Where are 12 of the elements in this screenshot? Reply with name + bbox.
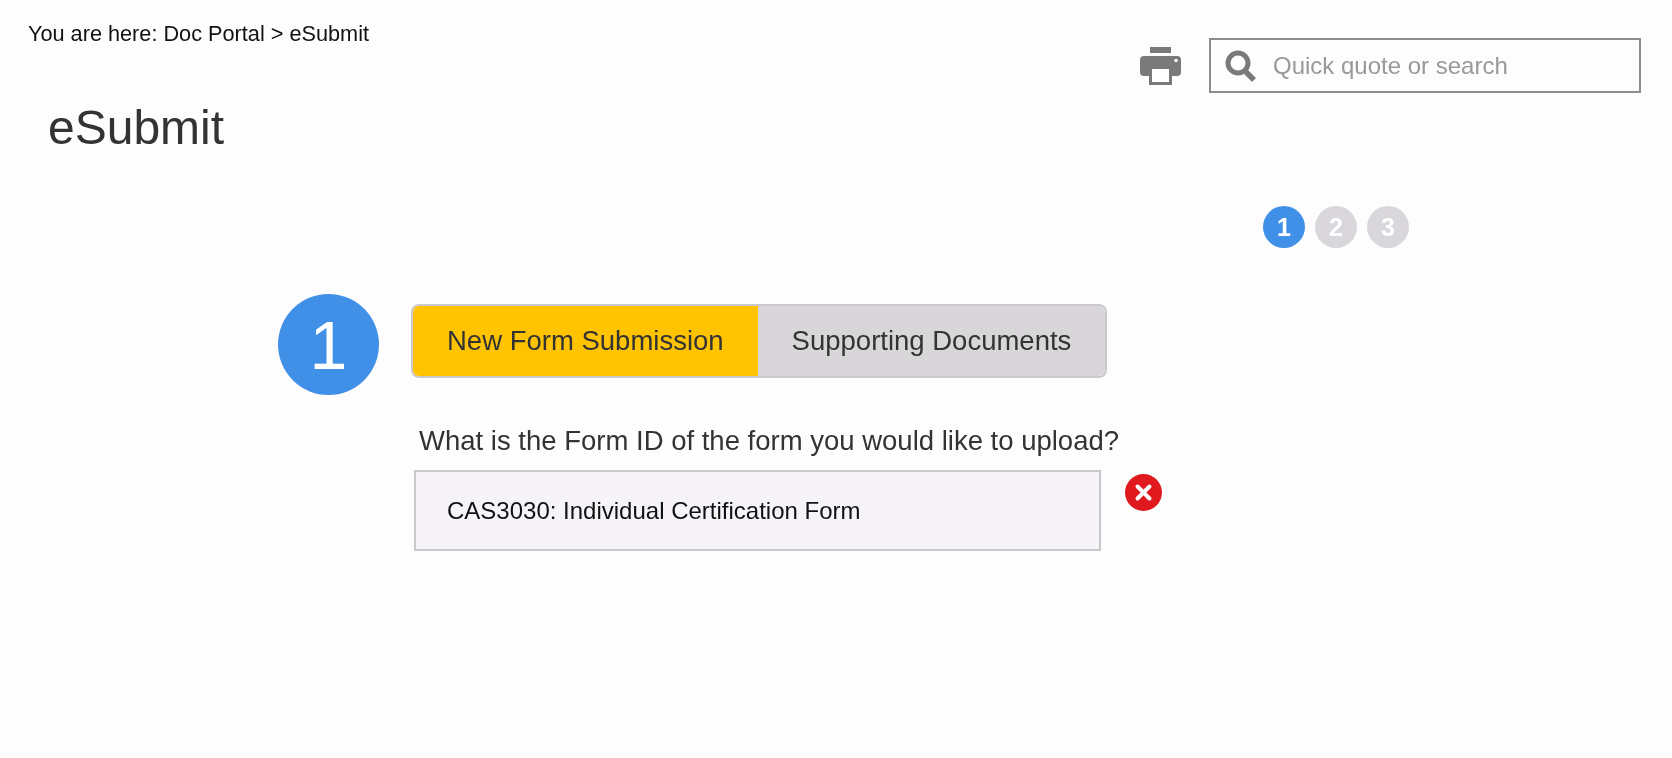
- printer-icon[interactable]: [1140, 46, 1181, 85]
- close-icon[interactable]: [1125, 474, 1162, 511]
- search-icon: [1225, 50, 1257, 83]
- tab[interactable]: Supporting Documents: [757, 306, 1106, 376]
- breadcrumb: You are here: Doc Portal > eSubmit: [28, 22, 369, 46]
- step-indicator: 1: [1263, 206, 1305, 248]
- tab[interactable]: New Form Submission: [413, 306, 758, 376]
- page-title: eSubmit: [48, 100, 225, 156]
- step-number: 1: [278, 294, 379, 395]
- form-id-field[interactable]: CAS3030: Individual Certification Form: [414, 470, 1101, 551]
- search-field[interactable]: Quick quote or search: [1209, 38, 1641, 93]
- question-text: What is the Form ID of the form you would like to upload?: [419, 425, 1120, 457]
